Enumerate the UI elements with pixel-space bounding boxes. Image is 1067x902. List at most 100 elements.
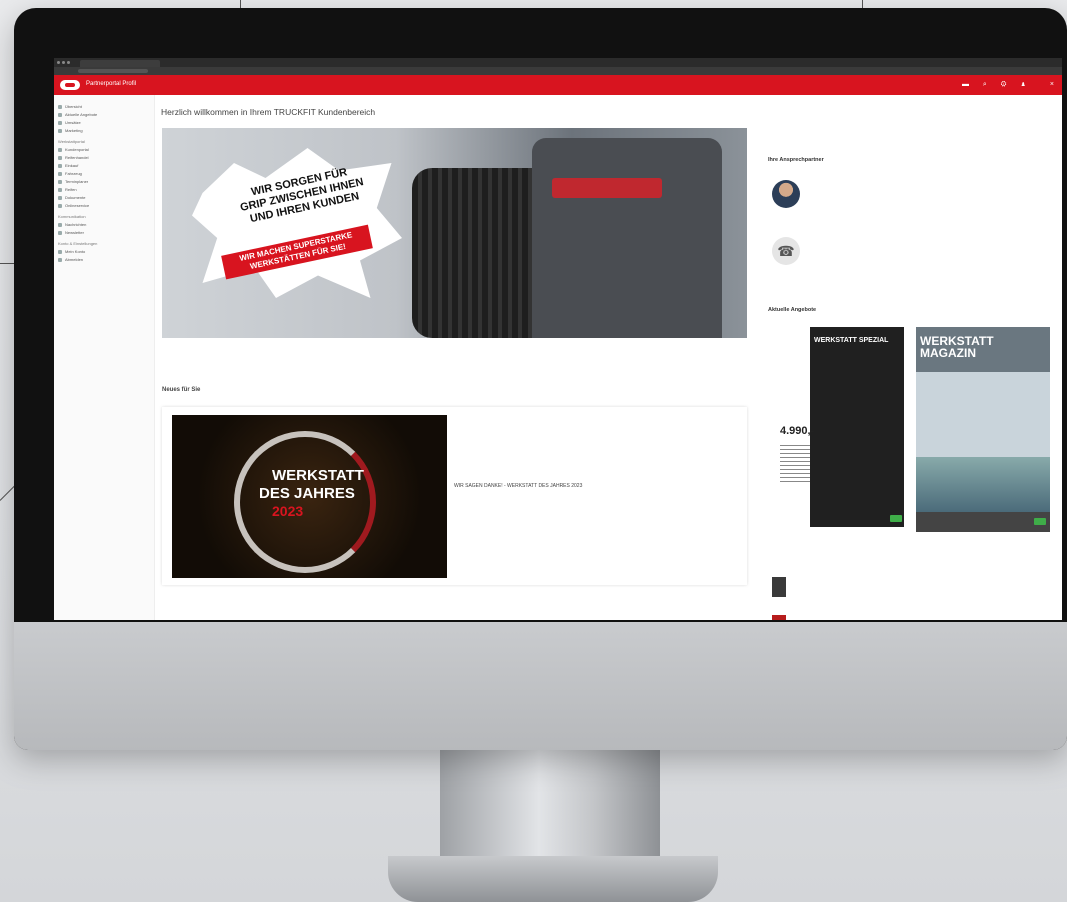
right-column: Ihre Ansprechpartner ☎ Aktuelle Angebote… [766, 95, 1062, 620]
sidebar-item-label: Mein Konto [65, 249, 86, 254]
browser-tab[interactable] [80, 60, 160, 67]
sidebar-item-label: Kundenportal [65, 147, 89, 152]
magazine-footer [916, 512, 1050, 532]
close-icon[interactable]: × [1050, 81, 1054, 88]
promo-next-icon[interactable] [890, 515, 902, 522]
monitor: Partnerportal Profil ▬ ⌕ ⚙ ♟ × Übersicht… [14, 8, 1067, 750]
logout-icon [58, 257, 62, 262]
header-icons[interactable]: ▬ ⌕ ⚙ ♟ [962, 81, 1032, 89]
sidebar-item-label: Reifen [65, 187, 77, 192]
dashboard-icon [58, 104, 62, 109]
sidebar-item-label: Abmelden [65, 257, 84, 262]
sidebar-item[interactable]: Onlineservice [58, 203, 154, 208]
sidebar-item-label: Reifenhandel [65, 155, 89, 160]
sidebar-item[interactable]: Abmelden [58, 257, 154, 262]
award-image: WERKSTATT DES JAHRES 2023 [172, 415, 447, 578]
magazine-title: WERKSTATT MAGAZIN [920, 335, 994, 359]
product-image [772, 615, 786, 620]
url-field[interactable] [78, 69, 148, 73]
news-card[interactable]: WERKSTATT DES JAHRES 2023 WIR SAGEN DANK… [162, 407, 747, 585]
globe-icon [58, 203, 62, 208]
magazine-title-line: MAGAZIN [920, 346, 976, 360]
logo[interactable] [60, 80, 80, 90]
main-content: Herzlich willkommen in Ihrem TRUCKFIT Ku… [158, 95, 748, 620]
magazine-image [916, 457, 1050, 512]
document-icon [58, 195, 62, 200]
chart-icon [58, 120, 62, 125]
sidebar-section-title: Kommunikation [58, 214, 86, 219]
magazine-next-icon[interactable] [1034, 518, 1046, 525]
monitor-chin [14, 622, 1067, 750]
award-title-line2: DES JAHRES [259, 485, 355, 502]
promo-offer[interactable]: WERKSTATT SPEZIAL 4.990,- [780, 327, 904, 537]
sidebar-section-title: Werkstattportal [58, 139, 85, 144]
news-headline[interactable]: WIR SAGEN DANKE! - WERKSTATT DES JAHRES … [454, 483, 582, 489]
sidebar-section-title: Konto & Einstellungen [58, 241, 98, 246]
mail-icon [58, 222, 62, 227]
sidebar-item[interactable]: Umsätze [58, 120, 154, 125]
product-item[interactable] [772, 575, 892, 601]
sidebar-item-label: Nachrichten [65, 222, 87, 227]
promo-image [810, 327, 904, 527]
tire-icon [58, 155, 62, 160]
promo-details [780, 445, 810, 485]
sidebar-item-label: Übersicht [65, 104, 82, 109]
offer-icon [58, 112, 62, 117]
offers-heading: Aktuelle Angebote [768, 307, 817, 313]
monitor-foot [388, 856, 718, 902]
sidebar-item[interactable]: Aktuelle Angebote [58, 112, 154, 117]
sidebar-item[interactable]: Newsletter [58, 230, 154, 235]
window-control-icon[interactable] [62, 61, 65, 64]
app-header: Partnerportal Profil ▬ ⌕ ⚙ ♟ × [54, 75, 1062, 95]
browser-tabbar [54, 58, 1062, 67]
sidebar-item[interactable]: Kundenportal [58, 147, 154, 152]
contact-heading: Ihre Ansprechpartner [768, 157, 824, 163]
user-icon [58, 147, 62, 152]
sidebar-item[interactable]: Nachrichten [58, 222, 154, 227]
sidebar-item[interactable]: Mein Konto [58, 249, 154, 254]
avatar [772, 180, 800, 208]
window-control-icon[interactable] [57, 61, 60, 64]
account-icon [58, 249, 62, 254]
app-name: Partnerportal Profil [86, 81, 137, 87]
calendar-icon [58, 179, 62, 184]
sidebar-item-label: Terminplaner [65, 179, 89, 184]
monitor-stand [440, 750, 660, 865]
promo-price: 4.990,- [780, 425, 815, 437]
sidebar-item[interactable]: Fahrzeug [58, 171, 154, 176]
sidebar-item-label: Einkauf [65, 163, 79, 168]
hero-banner[interactable]: WIR SORGEN FÜR GRIP ZWISCHEN IHNEN UND I… [162, 128, 747, 338]
sidebar-item-label: Marketing [65, 128, 83, 133]
car-icon [58, 171, 62, 176]
window-control-icon[interactable] [67, 61, 70, 64]
sidebar-item[interactable]: Reifenhandel [58, 155, 154, 160]
mechanic-pocket [552, 178, 662, 198]
browser-urlbar [54, 67, 1062, 75]
sidebar-item[interactable]: Einkauf [58, 163, 154, 168]
sidebar-item-label: Newsletter [65, 230, 84, 235]
award-ring [234, 431, 376, 573]
sidebar-item[interactable]: Übersicht [58, 104, 154, 109]
promo-title: WERKSTATT SPEZIAL [814, 337, 889, 344]
sidebar-item-label: Aktuelle Angebote [65, 112, 98, 117]
sidebar-item[interactable]: Terminplaner [58, 179, 154, 184]
sidebar-item-label: Fahrzeug [65, 171, 82, 176]
sidebar-item[interactable]: Marketing [58, 128, 154, 133]
sidebar-item[interactable]: Reifen [58, 187, 154, 192]
product-image [772, 577, 786, 597]
news-heading: Neues für Sie [162, 387, 201, 393]
sidebar-item[interactable]: Dokumente [58, 195, 154, 200]
sidebar: Übersicht Aktuelle Angebote Umsätze Mark… [54, 95, 155, 620]
magazine-offer[interactable]: WERKSTATT MAGAZIN [916, 327, 1050, 532]
tire-icon [58, 187, 62, 192]
page-title: Herzlich willkommen in Ihrem TRUCKFIT Ku… [161, 107, 376, 117]
award-title-line1: WERKSTATT [272, 467, 364, 484]
sidebar-item-label: Dokumente [65, 195, 86, 200]
product-item[interactable] [772, 613, 892, 620]
screen: Partnerportal Profil ▬ ⌕ ⚙ ♟ × Übersicht… [54, 58, 1062, 620]
cart-icon [58, 163, 62, 168]
sidebar-item-label: Umsätze [65, 120, 81, 125]
phone-icon: ☎ [772, 237, 800, 265]
sidebar-item-label: Onlineservice [65, 203, 90, 208]
megaphone-icon [58, 128, 62, 133]
